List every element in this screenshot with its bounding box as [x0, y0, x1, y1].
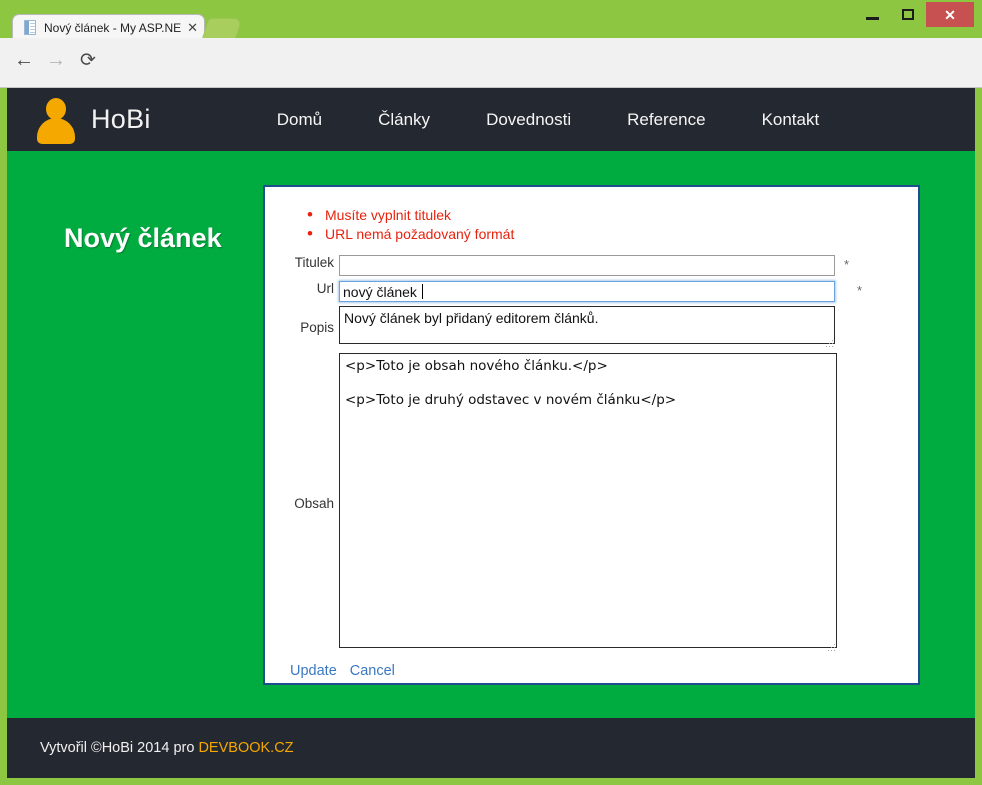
required-marker-url: * — [857, 281, 862, 301]
url-input-wrap — [339, 281, 835, 302]
cancel-link[interactable]: Cancel — [350, 663, 395, 679]
validation-error: URL nemá požadovaný formát — [307, 225, 918, 244]
navigation-buttons: ← → ⟳ — [10, 46, 102, 74]
nav-item-reference[interactable]: Reference — [599, 110, 733, 130]
site-brand[interactable]: HoBi — [35, 96, 151, 144]
footer-credit: Vytvořil ©HoBi 2014 pro — [40, 740, 198, 756]
person-icon — [35, 96, 77, 144]
obsah-textarea-wrap — [339, 353, 837, 653]
popis-textarea[interactable] — [339, 306, 835, 344]
popis-textarea-wrap — [339, 306, 835, 349]
nav-item-dovednosti[interactable]: Dovednosti — [458, 110, 599, 130]
title-bar: Nový článek - My ASP.NE ✕ ✕ — [0, 0, 982, 38]
field-row-obsah: Obsah — [265, 353, 918, 653]
titulek-input[interactable] — [339, 255, 835, 276]
page-icon — [23, 20, 38, 35]
label-titulek: Titulek — [265, 255, 339, 270]
validation-summary: Musíte vyplnit titulek URL nemá požadova… — [307, 206, 918, 244]
required-marker-titulek: * — [844, 255, 849, 275]
main-navigation: Domů Články Dovednosti Reference Kontakt — [249, 110, 847, 130]
field-row-titulek: Titulek * — [265, 255, 918, 276]
reload-icon[interactable]: ⟳ — [74, 46, 102, 74]
brand-name: HoBi — [91, 104, 151, 135]
url-input[interactable] — [339, 281, 835, 302]
article-form: Titulek * Url * Popis — [265, 255, 918, 679]
field-row-popis: Popis — [265, 306, 918, 349]
label-obsah: Obsah — [265, 496, 339, 511]
footer-text: Vytvořil ©HoBi 2014 pro DEVBOOK.CZ — [40, 740, 294, 756]
new-tab-button[interactable] — [201, 18, 242, 40]
label-url: Url — [265, 281, 339, 296]
update-link[interactable]: Update — [290, 663, 337, 679]
page-title: Nový článek — [64, 223, 222, 254]
browser-toolbar: ← → ⟳ localhost:49352/Clanek?clanek=novy… — [0, 38, 982, 88]
text-caret — [422, 284, 423, 299]
footer-link-devbook[interactable]: DEVBOOK.CZ — [198, 740, 293, 756]
browser-tab[interactable]: Nový článek - My ASP.NE ✕ — [12, 14, 205, 40]
form-actions: Update Cancel — [290, 663, 918, 679]
minimize-button[interactable] — [854, 2, 890, 26]
obsah-textarea[interactable] — [339, 353, 837, 648]
back-icon[interactable]: ← — [10, 46, 38, 74]
label-popis: Popis — [265, 320, 339, 335]
close-window-button[interactable]: ✕ — [926, 2, 974, 27]
close-icon: ✕ — [944, 8, 956, 22]
page-viewport: HoBi Domů Články Dovednosti Reference Ko… — [7, 88, 975, 778]
site-header: HoBi Domů Články Dovednosti Reference Ko… — [7, 88, 975, 151]
titulek-input-wrap — [339, 255, 835, 276]
article-form-card: Musíte vyplnit titulek URL nemá požadova… — [263, 185, 920, 685]
field-row-url: Url * — [265, 281, 918, 302]
nav-item-kontakt[interactable]: Kontakt — [734, 110, 848, 130]
forward-icon[interactable]: → — [42, 46, 70, 74]
validation-error: Musíte vyplnit titulek — [307, 206, 918, 225]
nav-item-clanky[interactable]: Články — [350, 110, 458, 130]
browser-window: Nový článek - My ASP.NE ✕ ✕ ← → ⟳ localh… — [0, 0, 982, 785]
nav-item-domu[interactable]: Domů — [249, 110, 350, 130]
window-controls: ✕ — [854, 2, 974, 28]
close-tab-icon[interactable]: ✕ — [187, 21, 198, 34]
site-footer: Vytvořil ©HoBi 2014 pro DEVBOOK.CZ — [7, 718, 975, 778]
tab-title: Nový článek - My ASP.NE — [44, 15, 181, 41]
maximize-button[interactable] — [890, 2, 926, 26]
tab-strip: Nový článek - My ASP.NE ✕ — [12, 14, 205, 40]
